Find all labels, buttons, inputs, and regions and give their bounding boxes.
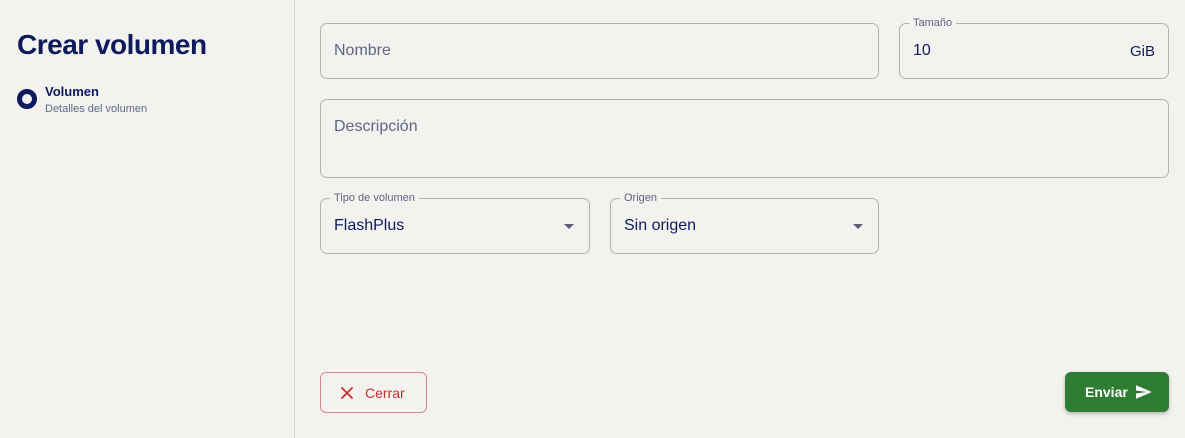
tamano-input[interactable]: Tamaño 10 GiB: [899, 16, 1169, 79]
sidebar: Crear volumen Volumen Detalles del volum…: [0, 0, 295, 438]
dropdown-caret-icon: [564, 224, 574, 229]
step-current-ring-icon: [17, 89, 37, 109]
tamano-unit: GiB: [1129, 43, 1155, 60]
origen-label: Origen: [620, 191, 662, 205]
close-button-label: Cerrar: [365, 385, 405, 401]
step-label: Volumen: [45, 84, 99, 99]
descripcion-placeholder: Descripción: [334, 118, 418, 135]
dropdown-caret-icon: [853, 224, 863, 229]
tipo-volumen-value: FlashPlus: [334, 217, 405, 234]
send-icon: [1136, 385, 1152, 399]
submit-button[interactable]: Enviar: [1065, 372, 1169, 412]
descripcion-textarea[interactable]: Descripción: [320, 99, 1169, 178]
step-description: Detalles del volumen: [45, 103, 148, 115]
tamano-value: 10: [913, 42, 931, 59]
close-button[interactable]: Cerrar: [320, 372, 427, 413]
nombre-placeholder: Nombre: [334, 42, 391, 59]
origen-select[interactable]: Origen Sin origen: [610, 191, 879, 254]
tipo-volumen-select[interactable]: Tipo de volumen FlashPlus: [320, 191, 590, 254]
origen-value: Sin origen: [624, 217, 697, 234]
tipo-volumen-label: Tipo de volumen: [330, 191, 419, 205]
submit-button-label: Enviar: [1085, 384, 1128, 400]
close-icon: [341, 387, 353, 399]
nombre-input[interactable]: Nombre: [320, 23, 879, 79]
page-title: Crear volumen: [17, 29, 207, 60]
tamano-label: Tamaño: [909, 16, 957, 30]
